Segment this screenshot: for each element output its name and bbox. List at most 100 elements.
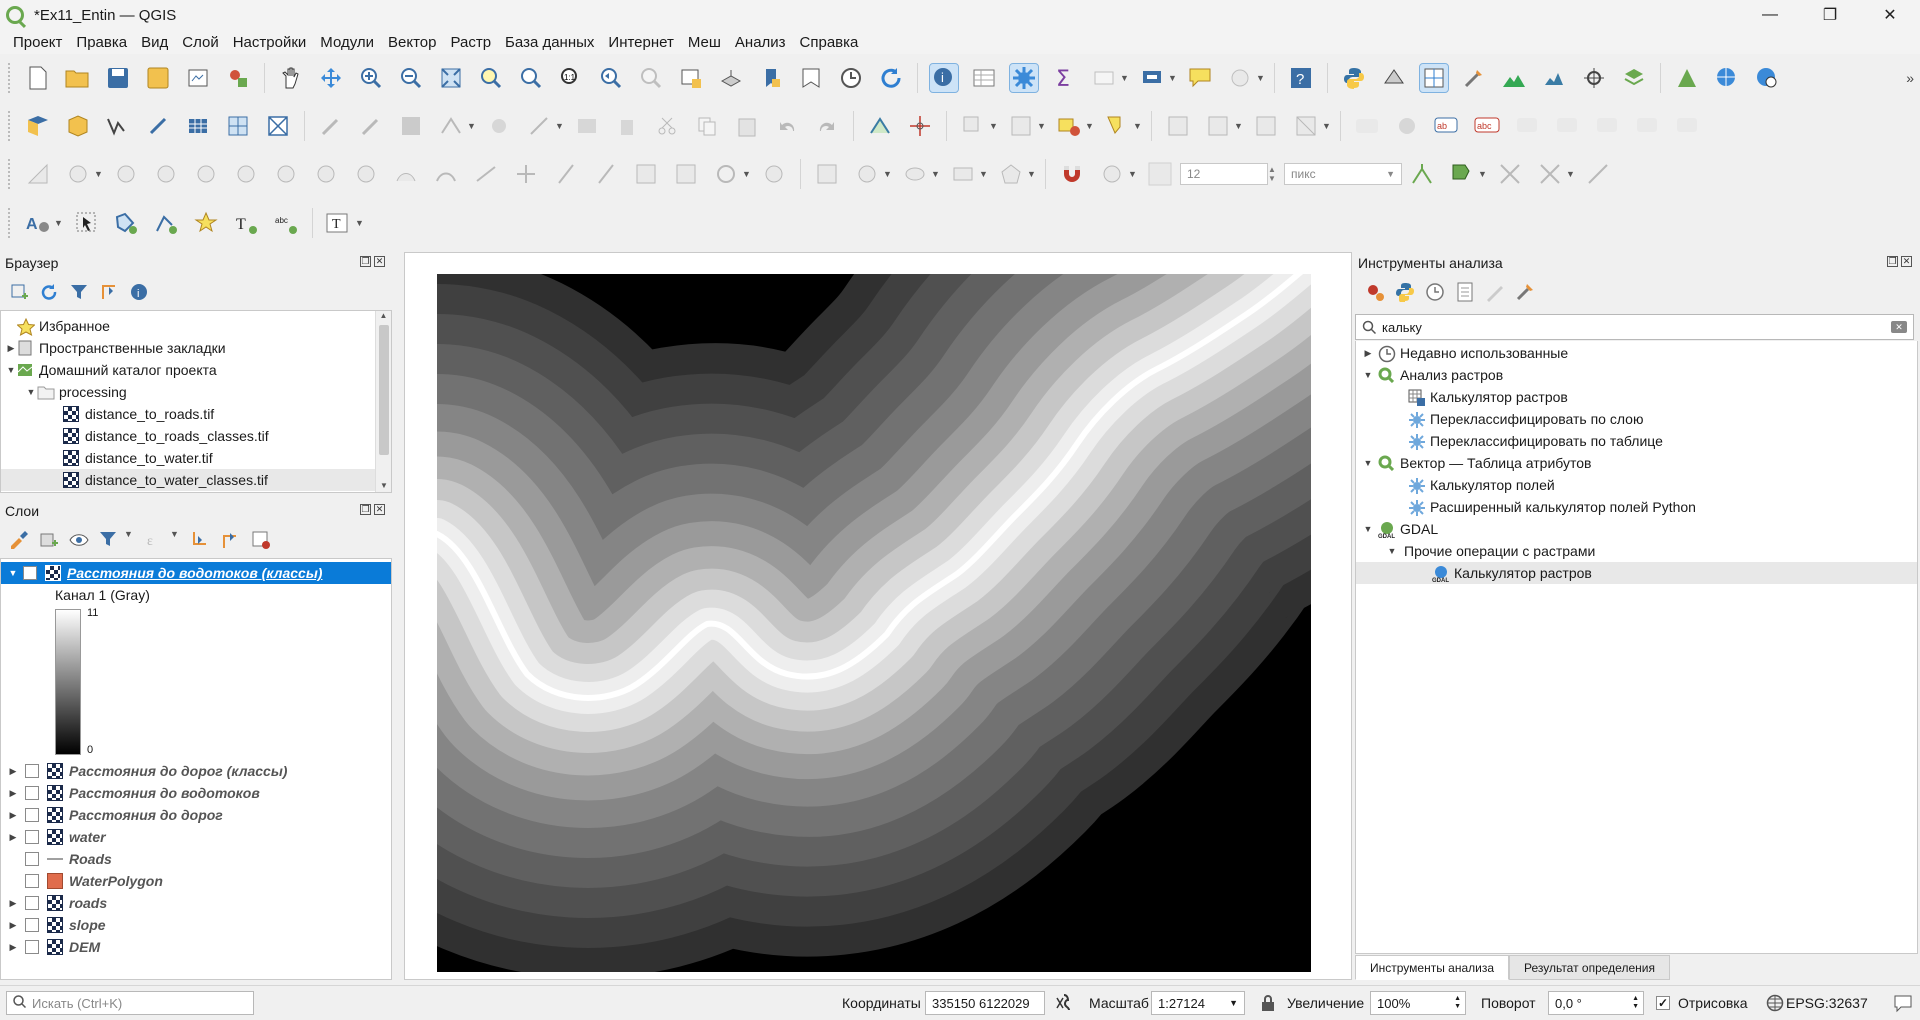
locator-search-input[interactable]: Искать (Ctrl+K)	[6, 991, 254, 1015]
add-mesh-layer-icon[interactable]	[264, 112, 292, 140]
pan-to-selection-icon[interactable]	[317, 64, 345, 92]
zoom-out-icon[interactable]	[397, 64, 425, 92]
label-show-icon[interactable]	[1633, 112, 1661, 140]
save-as-icon[interactable]	[144, 64, 172, 92]
crs-globe-icon[interactable]	[1766, 994, 1784, 1015]
messages-icon[interactable]	[1893, 993, 1913, 1016]
zoom-next-icon[interactable]	[637, 64, 665, 92]
add-vector-layer-icon[interactable]	[104, 112, 132, 140]
delete-ring-icon[interactable]	[312, 160, 340, 188]
delete-selected-icon[interactable]	[613, 112, 641, 140]
save-edits-icon[interactable]	[397, 112, 425, 140]
pan-icon[interactable]	[277, 64, 305, 92]
layer-visibility-checkbox[interactable]	[25, 874, 39, 888]
snapping-type-icon[interactable]	[1146, 160, 1174, 188]
properties-info-icon[interactable]: i	[128, 281, 150, 303]
identify-features-icon[interactable]: i	[929, 63, 959, 93]
crosshair-plugin-icon[interactable]	[1580, 64, 1608, 92]
vertex-tool-icon[interactable]	[525, 112, 553, 140]
add-wms-layer-icon[interactable]	[224, 112, 252, 140]
minimize-button[interactable]: —	[1740, 0, 1800, 30]
clear-search-icon[interactable]: ✕	[1891, 321, 1907, 333]
menu-settings[interactable]: Настройки	[226, 34, 314, 51]
delete-part-icon[interactable]	[352, 160, 380, 188]
browser-item-file[interactable]: distance_to_roads.tif	[63, 403, 214, 425]
snap-tolerance-stepper[interactable]: ▲ ▼	[1268, 165, 1280, 183]
menu-plugins[interactable]: Модули	[313, 34, 381, 51]
label-edit-icon[interactable]	[1673, 112, 1701, 140]
browser-item-processing-folder[interactable]: ▼ processing	[25, 381, 127, 403]
proc-tool-python-field-calculator[interactable]: Расширенный калькулятор полей Python	[1408, 496, 1696, 518]
rotate-feature-icon[interactable]	[112, 160, 140, 188]
menu-help[interactable]: Справка	[793, 34, 866, 51]
menu-web[interactable]: Интернет	[601, 34, 680, 51]
move-feature-icon[interactable]	[64, 160, 92, 188]
menu-project[interactable]: Проект	[6, 34, 69, 51]
paste-icon[interactable]	[733, 112, 761, 140]
zoom-last-icon[interactable]	[597, 64, 625, 92]
split-features-icon[interactable]	[552, 160, 580, 188]
simplify-feature-icon[interactable]	[152, 160, 180, 188]
grid-tool-icon[interactable]	[1252, 112, 1280, 140]
processing-close-button[interactable]: ✕	[1901, 256, 1912, 267]
layer-item[interactable]: ▶ water	[7, 826, 106, 848]
proc-group-vector-table[interactable]: ▼ Вектор — Таблица атрибутов	[1362, 452, 1591, 474]
globe-add-icon[interactable]	[1713, 64, 1741, 92]
browser-item-project-home[interactable]: ▼ Домашний каталог проекта	[5, 359, 217, 381]
scale-select[interactable]: 1:27124 ▼	[1151, 991, 1245, 1015]
browser-refresh-icon[interactable]	[38, 281, 60, 303]
snap-units-select[interactable]: пикс ▼	[1284, 163, 1402, 185]
proc-group-raster-analysis[interactable]: ▼ Анализ растров	[1362, 364, 1503, 386]
label-toggle-icon[interactable]: abc	[1473, 112, 1501, 140]
processing-search-field[interactable]: кальку ✕	[1355, 314, 1914, 340]
ellipse-digitize-icon[interactable]	[901, 160, 929, 188]
add-part-icon[interactable]	[232, 160, 260, 188]
layer-visibility-checkbox[interactable]	[25, 808, 39, 822]
layer-item[interactable]: ▶ roads	[7, 892, 107, 914]
circle-digitize-icon[interactable]	[853, 160, 881, 188]
globe-search-icon[interactable]	[1753, 64, 1781, 92]
layer-item[interactable]: Roads	[7, 848, 112, 870]
magnifier-spinbox[interactable]: 100% ▲ ▼	[1370, 991, 1466, 1015]
add-group-icon[interactable]	[38, 529, 60, 551]
open-attribute-table-icon[interactable]	[970, 64, 998, 92]
layer-plugin-icon[interactable]	[1620, 64, 1648, 92]
add-raster-layer-icon[interactable]	[184, 112, 212, 140]
expand-all-icon[interactable]	[190, 529, 212, 551]
layer-item[interactable]: ▶ DEM	[7, 936, 100, 958]
collapse-layers-icon[interactable]	[220, 529, 242, 551]
build-tools-icon[interactable]	[1460, 64, 1488, 92]
mesh-tool-icon[interactable]	[1292, 112, 1320, 140]
text-format-icon[interactable]: T	[325, 209, 353, 237]
menu-vector[interactable]: Вектор	[381, 34, 443, 51]
save-project-icon[interactable]	[104, 64, 132, 92]
layer-item[interactable]: ▶ Расстояния до дорог	[7, 804, 223, 826]
browser-item-file[interactable]: distance_to_water_classes.tif	[1, 469, 375, 491]
marker-annotation-icon[interactable]	[192, 209, 220, 237]
toggle-editing-icon[interactable]	[357, 112, 385, 140]
undo-icon[interactable]	[773, 112, 801, 140]
menu-processing[interactable]: Анализ	[728, 34, 793, 51]
deselect-all-icon[interactable]	[1055, 112, 1083, 140]
add-feature-icon[interactable]	[485, 112, 513, 140]
zoom-full-icon[interactable]	[437, 64, 465, 92]
tab-processing-toolbox[interactable]: Инструменты анализа	[1355, 955, 1510, 980]
layer-item-active[interactable]: ▼ ✓ Расстояния до водотоков (классы)	[1, 562, 391, 584]
layer-item[interactable]: ▶ slope	[7, 914, 106, 936]
rotate-symbols-icon[interactable]	[712, 160, 740, 188]
history-icon[interactable]	[1424, 281, 1446, 303]
rectangle-digitize-icon[interactable]	[949, 160, 977, 188]
crs-label[interactable]: EPSG:32637	[1786, 995, 1868, 1011]
show-bookmarks-icon[interactable]	[797, 64, 825, 92]
remove-layer-icon[interactable]	[250, 529, 272, 551]
browser-float-button[interactable]: ❐	[360, 256, 371, 267]
proc-tool-reclassify-by-table[interactable]: Переклассифицировать по таблице	[1408, 430, 1663, 452]
offset-symbols-icon[interactable]	[760, 160, 788, 188]
menu-edit[interactable]: Правка	[69, 34, 134, 51]
advanced-digitizing-icon[interactable]	[24, 160, 52, 188]
toggle-extents-icon[interactable]	[1054, 993, 1074, 1016]
digitize-icon[interactable]	[437, 112, 465, 140]
map-canvas[interactable]	[404, 252, 1352, 980]
offset-curve-icon[interactable]	[432, 160, 460, 188]
self-snapping-icon[interactable]	[1584, 160, 1612, 188]
